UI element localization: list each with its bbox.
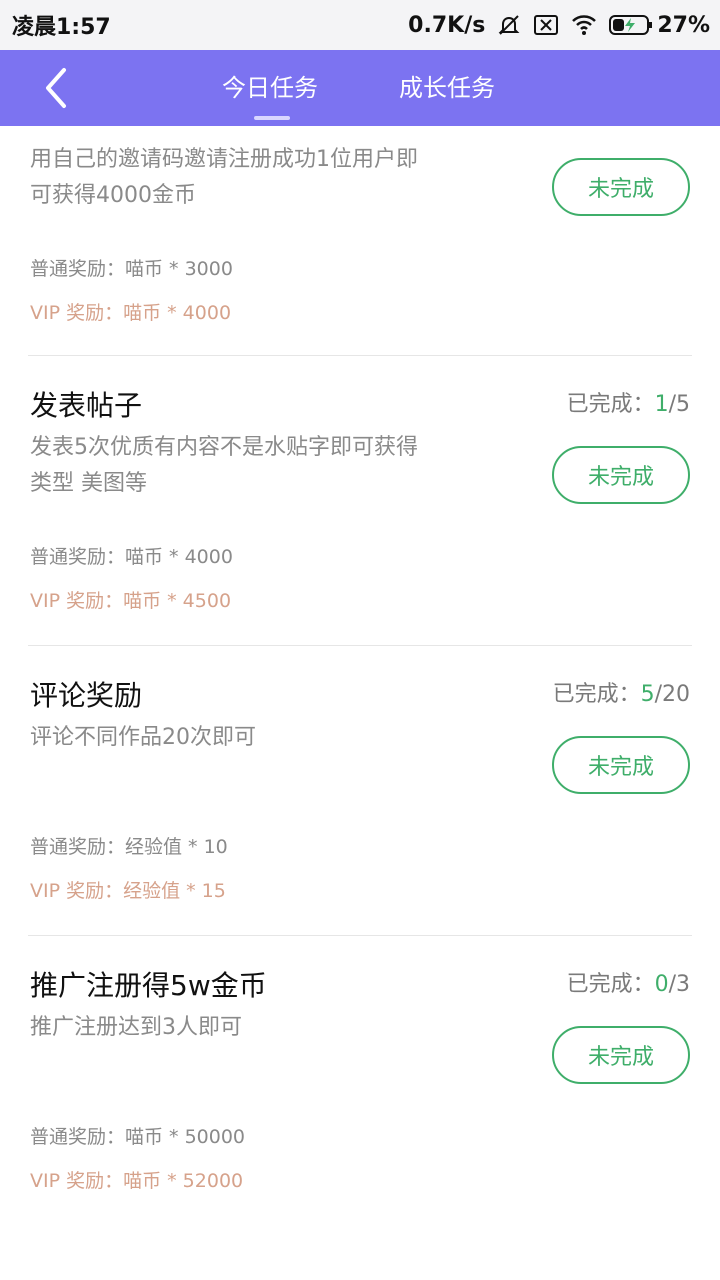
normal-reward: 普通奖励：喵币 * 3000 — [30, 258, 233, 280]
chevron-left-icon — [46, 68, 66, 108]
task-progress: 已完成：1/5 — [567, 386, 690, 418]
active-tab-indicator — [254, 116, 290, 120]
task-title: 评论奖励 — [30, 679, 143, 712]
tab-growth-tasks[interactable]: 成长任务 — [399, 68, 495, 103]
task-card-invite: 用自己的邀请码邀请注册成功1位用户即可获得4000金币 未完成 普通奖励：喵币 … — [0, 126, 720, 356]
vip-reward: VIP 奖励：喵币 * 52000 — [30, 1170, 244, 1192]
task-card-comment: 评论奖励 已完成：5/20 评论不同作品20次即可 未完成 普通奖励：经验值 *… — [0, 646, 720, 936]
sim-off-icon — [533, 14, 559, 36]
network-speed: 0.7K/s — [408, 12, 486, 38]
task-description: 推广注册达到3人即可 — [30, 1015, 242, 1040]
task-title: 推广注册得5w金币 — [30, 969, 267, 1002]
vip-reward: VIP 奖励：经验值 * 15 — [30, 880, 226, 902]
task-list: 用自己的邀请码邀请注册成功1位用户即可获得4000金币 未完成 普通奖励：喵币 … — [0, 126, 720, 1266]
incomplete-button[interactable]: 未完成 — [552, 736, 690, 794]
wifi-icon — [571, 14, 597, 36]
status-right: 0.7K/s 27% — [408, 13, 710, 38]
task-card-post: 发表帖子 已完成：1/5 发表5次优质有内容不是水贴字即可获得 类型 美图等 未… — [0, 356, 720, 646]
normal-reward: 普通奖励：经验值 * 10 — [30, 836, 228, 858]
progress-done: 5 — [640, 682, 655, 707]
battery-percent: 27% — [657, 12, 710, 38]
incomplete-button[interactable]: 未完成 — [552, 1026, 690, 1084]
tab-today-tasks[interactable]: 今日任务 — [222, 68, 318, 103]
progress-label: 已完成： — [566, 972, 655, 997]
progress-total: /3 — [668, 972, 690, 997]
status-bar: 凌晨1:57 0.7K/s 27% — [0, 0, 720, 50]
task-description: 发表5次优质有内容不是水贴字即可获得 类型 美图等 — [30, 435, 418, 496]
vip-reward: VIP 奖励：喵币 * 4000 — [30, 302, 232, 324]
progress-done: 0 — [654, 972, 669, 997]
battery-charging-icon — [609, 13, 653, 37]
progress-done: 1 — [654, 392, 669, 417]
normal-reward: 普通奖励：喵币 * 4000 — [30, 546, 233, 568]
battery-indicator: 27% — [609, 13, 710, 38]
progress-total: /20 — [654, 682, 690, 707]
task-progress: 已完成：0/3 — [567, 966, 690, 998]
progress-label: 已完成： — [566, 392, 655, 417]
back-button[interactable] — [38, 64, 78, 112]
bell-muted-icon — [497, 13, 521, 37]
incomplete-button[interactable]: 未完成 — [552, 158, 690, 216]
incomplete-button[interactable]: 未完成 — [552, 446, 690, 504]
task-card-promote: 推广注册得5w金币 已完成：0/3 推广注册达到3人即可 未完成 普通奖励：喵币… — [0, 936, 720, 1266]
app-header: 今日任务 成长任务 — [0, 50, 720, 126]
normal-reward: 普通奖励：喵币 * 50000 — [30, 1126, 246, 1148]
status-time: 凌晨1:57 — [12, 15, 111, 40]
task-title: 发表帖子 — [30, 389, 143, 422]
progress-label: 已完成： — [552, 682, 641, 707]
task-description: 评论不同作品20次即可 — [30, 725, 256, 750]
vip-reward: VIP 奖励：喵币 * 4500 — [30, 590, 232, 612]
task-description: 用自己的邀请码邀请注册成功1位用户即可获得4000金币 — [30, 147, 418, 208]
progress-total: /5 — [668, 392, 690, 417]
task-progress: 已完成：5/20 — [553, 676, 690, 708]
